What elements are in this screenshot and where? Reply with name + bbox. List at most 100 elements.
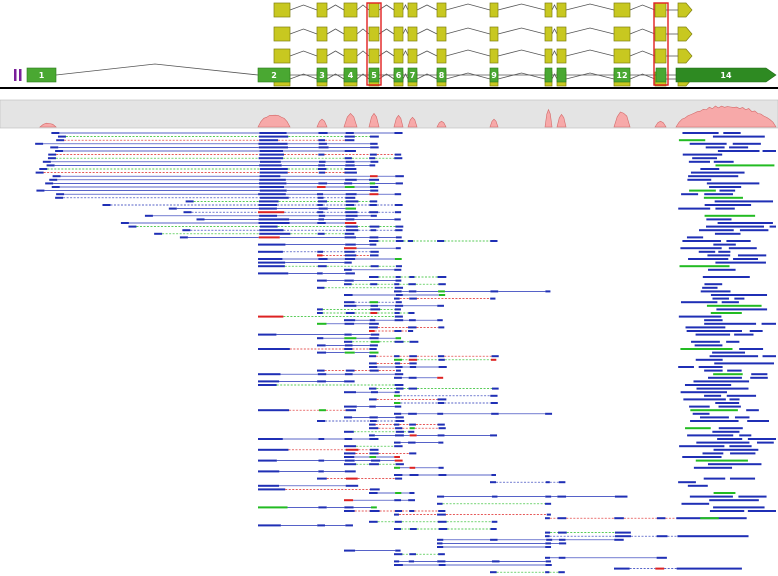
read-block xyxy=(437,240,445,242)
read-block xyxy=(317,196,324,199)
read-block xyxy=(258,193,286,196)
read-block xyxy=(258,315,284,318)
read-block xyxy=(317,265,327,268)
isoform-end-arrow xyxy=(677,26,693,42)
read-block xyxy=(370,312,378,314)
read-block xyxy=(721,301,739,304)
read-block xyxy=(688,258,729,260)
read-block xyxy=(369,456,377,458)
gene-exon xyxy=(655,67,667,83)
read-block xyxy=(395,427,403,430)
read-block xyxy=(394,204,403,206)
read-block xyxy=(259,150,284,152)
read-alignment xyxy=(258,409,759,412)
read-alignment xyxy=(344,391,727,394)
read-block xyxy=(369,434,375,437)
read-block xyxy=(370,391,378,394)
read-block xyxy=(394,466,401,469)
read-block xyxy=(728,247,757,250)
read-block xyxy=(703,196,743,199)
exon-number-label: 2 xyxy=(271,71,277,80)
read-block xyxy=(369,438,379,440)
read-block xyxy=(258,265,285,268)
read-block xyxy=(704,204,752,206)
read-alignment xyxy=(369,492,736,494)
read-block xyxy=(345,477,358,480)
read-block xyxy=(545,556,551,559)
read-block xyxy=(692,412,710,415)
isoform-exon xyxy=(393,48,404,64)
read-block xyxy=(394,193,402,196)
read-block xyxy=(394,560,400,563)
read-block xyxy=(676,567,742,570)
read-block xyxy=(258,182,287,185)
read-alignment xyxy=(317,308,768,311)
read-block xyxy=(687,178,712,181)
read-block xyxy=(395,276,401,278)
read-block xyxy=(369,330,375,332)
read-block xyxy=(344,373,353,376)
read-block xyxy=(702,276,750,278)
read-block xyxy=(258,146,288,149)
read-block xyxy=(369,211,379,214)
read-block xyxy=(693,466,733,469)
read-block xyxy=(259,160,281,163)
read-alignment xyxy=(317,477,756,480)
read-block xyxy=(438,564,446,566)
read-block xyxy=(317,254,323,257)
read-block xyxy=(395,420,405,422)
read-block xyxy=(369,520,378,523)
read-block xyxy=(345,207,357,210)
read-block xyxy=(258,438,283,440)
read-block xyxy=(344,463,357,466)
read-block xyxy=(750,376,768,379)
read-block xyxy=(344,549,356,552)
read-alignment xyxy=(258,373,768,376)
read-block xyxy=(438,528,448,530)
isoform-exon xyxy=(613,48,631,64)
read-block xyxy=(438,427,446,430)
read-block xyxy=(715,261,766,264)
isoform-exon xyxy=(393,2,404,18)
read-block xyxy=(370,333,380,336)
read-block xyxy=(437,423,445,426)
read-block xyxy=(723,132,741,134)
read-block xyxy=(317,193,324,196)
isoform-exon xyxy=(654,48,667,64)
read-block xyxy=(258,222,290,224)
isoform-exon xyxy=(654,26,667,42)
read-block xyxy=(370,142,378,145)
isoform-exon xyxy=(654,2,667,18)
read-block xyxy=(545,542,551,545)
read-block xyxy=(394,373,404,376)
read-block xyxy=(702,286,718,289)
read-block xyxy=(258,142,288,145)
read-block xyxy=(708,268,736,271)
read-block xyxy=(45,182,54,185)
read-block xyxy=(409,366,417,368)
read-block xyxy=(344,279,354,282)
read-alignment xyxy=(46,164,775,167)
read-block xyxy=(437,538,444,541)
read-block xyxy=(714,362,775,365)
read-block xyxy=(490,538,498,541)
read-block xyxy=(689,189,716,192)
read-block xyxy=(394,456,400,458)
read-block xyxy=(344,344,353,347)
read-block xyxy=(369,366,378,368)
read-alignment xyxy=(317,344,723,347)
read-block xyxy=(545,517,550,520)
read-block xyxy=(344,380,355,383)
read-block xyxy=(259,186,285,188)
read-block xyxy=(317,380,326,383)
read-alignment xyxy=(258,488,380,491)
read-block xyxy=(734,297,745,300)
intron-line xyxy=(416,4,438,11)
isoform-exon xyxy=(436,2,447,18)
read-block xyxy=(318,506,327,509)
read-alignment xyxy=(317,369,742,372)
read-block xyxy=(408,376,417,379)
read-block xyxy=(369,193,379,196)
read-block xyxy=(687,434,734,437)
read-block xyxy=(685,427,711,430)
